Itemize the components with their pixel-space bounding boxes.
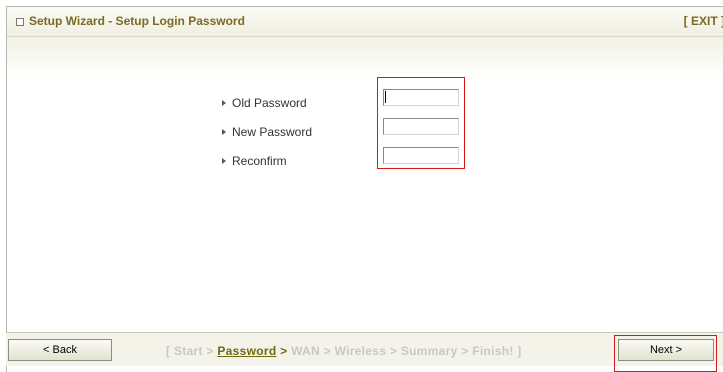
step-finish: Finish! (472, 344, 514, 358)
step-separator: > (389, 344, 398, 358)
reconfirm-input[interactable] (383, 147, 459, 164)
page-title: Setup Wizard - Setup Login Password (29, 14, 245, 28)
new-password-input[interactable] (383, 118, 459, 135)
old-password-row: Old Password (222, 96, 307, 116)
new-password-row: New Password (222, 125, 312, 145)
old-password-input[interactable] (383, 89, 459, 106)
reconfirm-row: Reconfirm (222, 154, 287, 174)
back-button[interactable]: < Back (8, 339, 112, 361)
old-password-label: Old Password (232, 96, 307, 110)
bullet-arrow-icon (222, 100, 226, 106)
text-caret (385, 91, 386, 103)
header-band (7, 37, 723, 79)
wizard-steps-breadcrumb: [ Start > Password > WAN > Wireless > Su… (166, 344, 522, 358)
wizard-frame: Setup Wizard - Setup Login Password [ EX… (6, 6, 723, 372)
step-separator-active: > (280, 344, 288, 358)
step-separator: > (461, 344, 469, 358)
bullet-arrow-icon (222, 129, 226, 135)
steps-open-bracket: [ (166, 344, 171, 358)
bullet-arrow-icon (222, 158, 226, 164)
step-wan: WAN (291, 344, 320, 358)
step-wireless: Wireless (334, 344, 387, 358)
new-password-label: New Password (232, 125, 313, 139)
title-bar: Setup Wizard - Setup Login Password [ EX… (7, 7, 723, 37)
step-separator: > (323, 344, 331, 358)
exit-link[interactable]: [ EXIT ] (684, 14, 723, 28)
steps-close-bracket: ] (517, 344, 522, 358)
reconfirm-label: Reconfirm (232, 154, 287, 168)
step-start: Start (173, 344, 203, 358)
next-button[interactable]: Next > (618, 339, 714, 361)
window-icon (16, 18, 24, 26)
step-summary: Summary (400, 344, 458, 358)
step-password-current: Password (217, 344, 277, 358)
step-separator: > (206, 344, 214, 358)
